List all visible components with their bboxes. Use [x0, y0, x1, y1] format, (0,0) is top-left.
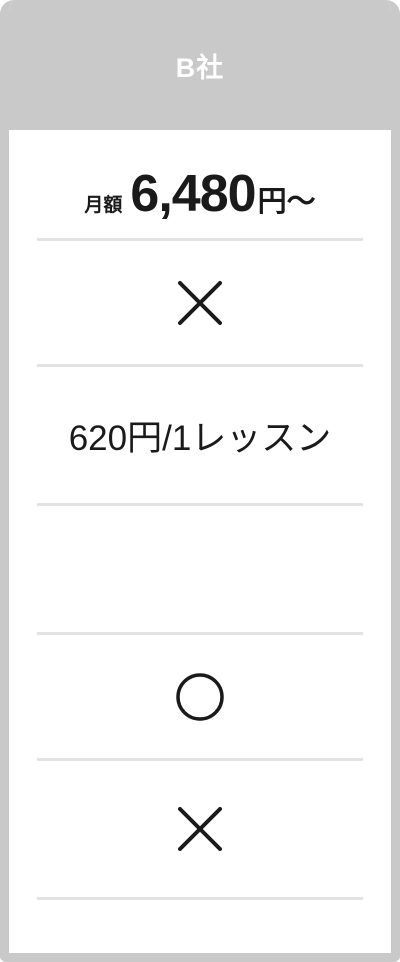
monthly-price: 月額 6,480 円〜 — [84, 164, 315, 224]
company-header: B社 — [9, 0, 391, 130]
lesson-fee: 620円/1レッスン — [68, 418, 332, 458]
company-name: B社 — [175, 52, 225, 83]
circle-icon — [175, 672, 225, 722]
monthly-price-row: 月額 6,480 円〜 — [37, 150, 363, 241]
plan-card: B社 月額 6,480 円〜 620円/1レッスン — [0, 0, 400, 962]
feature-row-4 — [37, 506, 363, 635]
price-unit: 円〜 — [257, 186, 316, 218]
cross-icon — [176, 279, 224, 327]
price-amount: 6,480 — [130, 165, 256, 223]
lesson-fee-row: 620円/1レッスン — [37, 367, 363, 506]
feature-row-5 — [37, 635, 363, 761]
price-label: 月額 — [84, 195, 123, 216]
cross-icon — [176, 805, 224, 853]
feature-row-6 — [37, 761, 363, 900]
feature-row-2 — [37, 241, 363, 367]
